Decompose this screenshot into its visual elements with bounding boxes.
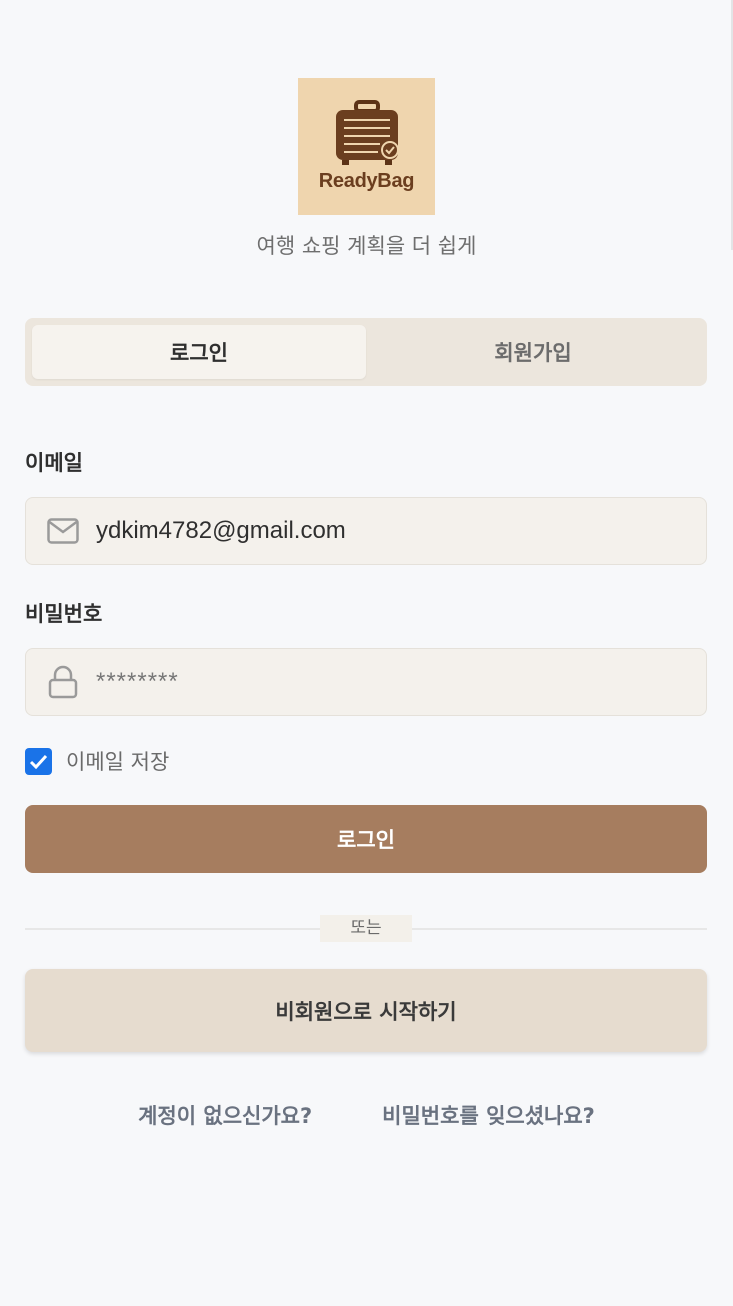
password-label: 비밀번호	[25, 602, 103, 626]
email-label: 이메일	[25, 451, 83, 475]
tagline: 여행 쇼핑 계획을 더 쉽게	[256, 234, 477, 258]
login-page: ReadyBag 여행 쇼핑 계획을 더 쉽게 로그인 회원가입 이메일 비밀번…	[0, 0, 733, 1306]
check-icon	[29, 754, 48, 769]
tab-login[interactable]: 로그인	[32, 325, 366, 379]
app-logo: ReadyBag	[298, 78, 435, 215]
password-field[interactable]	[25, 648, 707, 716]
lock-icon	[46, 665, 80, 699]
guest-start-button[interactable]: 비회원으로 시작하기	[25, 969, 707, 1052]
remember-checkbox[interactable]	[25, 747, 52, 775]
email-field[interactable]	[25, 497, 707, 565]
remember-email: 이메일 저장	[25, 746, 169, 776]
signup-link[interactable]: 계정이 없으신가요?	[138, 1100, 312, 1130]
footer-links: 계정이 없으신가요? 비밀번호를 잊으셨나요?	[0, 1100, 733, 1130]
mail-icon	[46, 514, 80, 548]
divider-text: 또는	[320, 915, 412, 942]
logo-text: ReadyBag	[318, 170, 415, 192]
auth-tabs: 로그인 회원가입	[25, 318, 707, 386]
suitcase-icon	[335, 100, 399, 165]
tab-signup[interactable]: 회원가입	[366, 325, 700, 379]
forgot-password-link[interactable]: 비밀번호를 잊으셨나요?	[382, 1100, 595, 1130]
login-button[interactable]: 로그인	[25, 805, 707, 873]
email-input[interactable]	[96, 517, 656, 545]
remember-label[interactable]: 이메일 저장	[66, 746, 169, 776]
password-input[interactable]	[96, 668, 656, 696]
